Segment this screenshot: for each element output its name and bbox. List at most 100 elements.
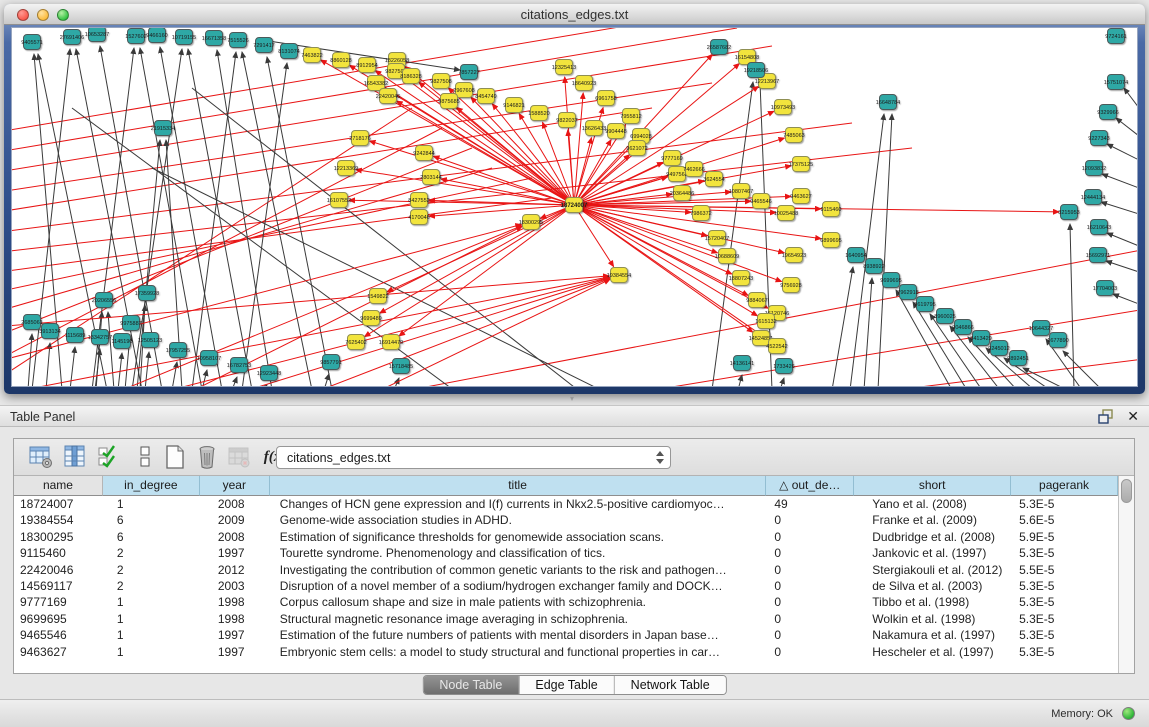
table-cell: 6 xyxy=(103,529,200,545)
table-cell: 5.3E-5 xyxy=(1011,611,1118,627)
graph-node-label: 7291417 xyxy=(253,43,274,49)
graph-node-label: 22420046 xyxy=(376,94,400,100)
graph-node-label: 9822037 xyxy=(556,118,577,124)
table-cell: Franke et al. (2009) xyxy=(854,512,1011,528)
table-toolbar: f(x) citations_edges.txt xyxy=(14,439,1134,476)
column-header-pagerank[interactable]: pagerank xyxy=(1011,476,1118,496)
table-cell: 5.3E-5 xyxy=(1011,594,1118,610)
graph-node-label: 10958107 xyxy=(197,356,221,362)
column-header-year[interactable]: year xyxy=(200,476,270,496)
table-cell: 2 xyxy=(103,562,200,578)
graph-node-label: 8454749 xyxy=(475,94,496,100)
close-panel-icon[interactable]: ✕ xyxy=(1127,408,1139,424)
table-cell: Corpus callosum shape and size in male p… xyxy=(270,594,767,610)
graph-node-label: 4170046 xyxy=(408,215,429,221)
column-header-title[interactable]: title xyxy=(270,476,767,496)
table-selector-value: citations_edges.txt xyxy=(287,451,391,465)
graph-node-label: 8960025 xyxy=(934,314,955,320)
table-cell: 5.3E-5 xyxy=(1011,627,1118,643)
table-cell: 0 xyxy=(766,545,854,561)
graph-node-label: 9046866 xyxy=(952,325,973,331)
new-table-icon[interactable] xyxy=(162,445,187,470)
graph-node-label: 10653287 xyxy=(85,32,109,38)
table-row[interactable]: 1872400712008Changes of HCN gene express… xyxy=(14,496,1118,512)
tab-network-table[interactable]: Network Table xyxy=(615,676,726,694)
table-cell: 14569117 xyxy=(14,578,103,594)
graph-node-label: 1145190 xyxy=(111,339,132,345)
delete-column-icon[interactable] xyxy=(194,445,219,470)
table-row[interactable]: 969969511998Structural magnetic resonanc… xyxy=(14,611,1118,627)
memory-ok-indicator[interactable] xyxy=(1122,707,1135,720)
graph-node-label: 9892451 xyxy=(1007,356,1028,362)
graph-node-label: 4522542 xyxy=(766,344,787,350)
table-cell: Hescheler et al. (1997) xyxy=(854,644,1011,660)
table-row[interactable]: 946362711997Embryonic stem cells: a mode… xyxy=(14,644,1118,660)
graph-node-label: 7955812 xyxy=(620,114,641,120)
graph-node-label: 9242844 xyxy=(413,151,434,157)
panel-divider-grip[interactable]: ▾ xyxy=(563,396,581,403)
table-cell: 2009 xyxy=(200,512,270,528)
table-mode-icon[interactable] xyxy=(28,445,53,470)
column-header-out_de[interactable]: △ out_de… xyxy=(766,476,854,496)
table-cell: 1997 xyxy=(200,627,270,643)
graph-node-label: 1527602 xyxy=(125,34,146,40)
table-row[interactable]: 2242004622012Investigating the contribut… xyxy=(14,562,1118,578)
graph-node-label: 12923448 xyxy=(257,371,281,377)
table-cell: Investigating the contribution of common… xyxy=(270,562,767,578)
graph-node-label: 1733426 xyxy=(773,364,794,370)
graph-node-label: 1115689 xyxy=(65,333,86,339)
table-row[interactable]: 946554611997Estimation of the future num… xyxy=(14,627,1118,643)
show-columns-icon[interactable] xyxy=(62,445,87,470)
graph-node-label: 9463627 xyxy=(790,194,811,200)
float-panel-icon[interactable] xyxy=(1098,409,1115,424)
graph-node-label: 15720407 xyxy=(705,236,729,242)
table-cell: Embryonic stem cells: a model to study s… xyxy=(270,644,767,660)
graph-node-label: 19384554 xyxy=(607,273,631,279)
table-cell: 0 xyxy=(766,529,854,545)
table-cell: 1 xyxy=(103,611,200,627)
table-panel-title: Table Panel xyxy=(10,410,75,424)
table-cell: 1 xyxy=(103,496,200,512)
graph-node-label: 7857227 xyxy=(458,70,479,76)
table-row[interactable]: 1456911722003Disruption of a novel membe… xyxy=(14,578,1118,594)
graph-node-label: 2718176 xyxy=(349,136,370,142)
table-selector-dropdown[interactable]: citations_edges.txt xyxy=(276,446,671,469)
select-columns-icon[interactable] xyxy=(96,445,121,470)
status-bar: Memory: OK xyxy=(0,699,1149,727)
table-cell: 9777169 xyxy=(14,594,103,610)
graph-node-label: 26587682 xyxy=(707,45,731,51)
column-header-in_degree[interactable]: in_degree xyxy=(103,476,200,496)
tab-node-table[interactable]: Node Table xyxy=(423,676,519,694)
network-window-titlebar[interactable]: citations_edges.txt xyxy=(4,4,1145,25)
graph-node-label: 8131074 xyxy=(278,49,299,55)
table-cell: 2 xyxy=(103,578,200,594)
graph-node-label: 9777169 xyxy=(661,156,682,162)
table-vertical-scrollbar[interactable] xyxy=(1118,476,1134,673)
column-header-short[interactable]: short xyxy=(854,476,1011,496)
network-canvas[interactable]: 7463822886012889129541822605898275058186… xyxy=(11,27,1138,387)
graph-node-label: 9884067 xyxy=(746,298,767,304)
graph-node-label: 7462666 xyxy=(683,167,704,173)
row-height-icon[interactable] xyxy=(132,445,157,470)
graph-node-label: 6899695 xyxy=(820,238,841,244)
graph-node-label: 2803144 xyxy=(420,175,441,181)
table-cell: 5.6E-5 xyxy=(1011,512,1118,528)
table-cell: Jankovic et al. (1997) xyxy=(854,545,1011,561)
graph-node-label: 9227343 xyxy=(1088,136,1109,142)
table-cell: Changes of HCN gene expression and I(f) … xyxy=(270,496,767,512)
scrollbar-thumb[interactable] xyxy=(1121,479,1132,503)
table-row[interactable]: 1830029562008Estimation of significance … xyxy=(14,529,1118,545)
graph-node-label: 20364486 xyxy=(670,191,694,197)
graph-node-label: 10719155 xyxy=(172,35,196,41)
column-header-name[interactable]: name xyxy=(14,476,103,496)
tab-edge-table[interactable]: Edge Table xyxy=(519,676,614,694)
table-row[interactable]: 1938455462009Genome-wide association stu… xyxy=(14,512,1118,528)
table-cell: Yano et al. (2008) xyxy=(854,496,1011,512)
table-tabs: Node TableEdge TableNetwork Table xyxy=(422,675,726,695)
table-row[interactable]: 977716911998Corpus callosum shape and si… xyxy=(14,594,1118,610)
table-cell: 18724007 xyxy=(14,496,103,512)
table-cell: Structural magnetic resonance image aver… xyxy=(270,611,767,627)
network-canvas-svg[interactable]: 7463822886012889129541822605898275058186… xyxy=(12,28,1138,387)
graph-node-label: 21915334 xyxy=(151,126,175,132)
table-row[interactable]: 911546021997Tourette syndrome. Phenomeno… xyxy=(14,545,1118,561)
